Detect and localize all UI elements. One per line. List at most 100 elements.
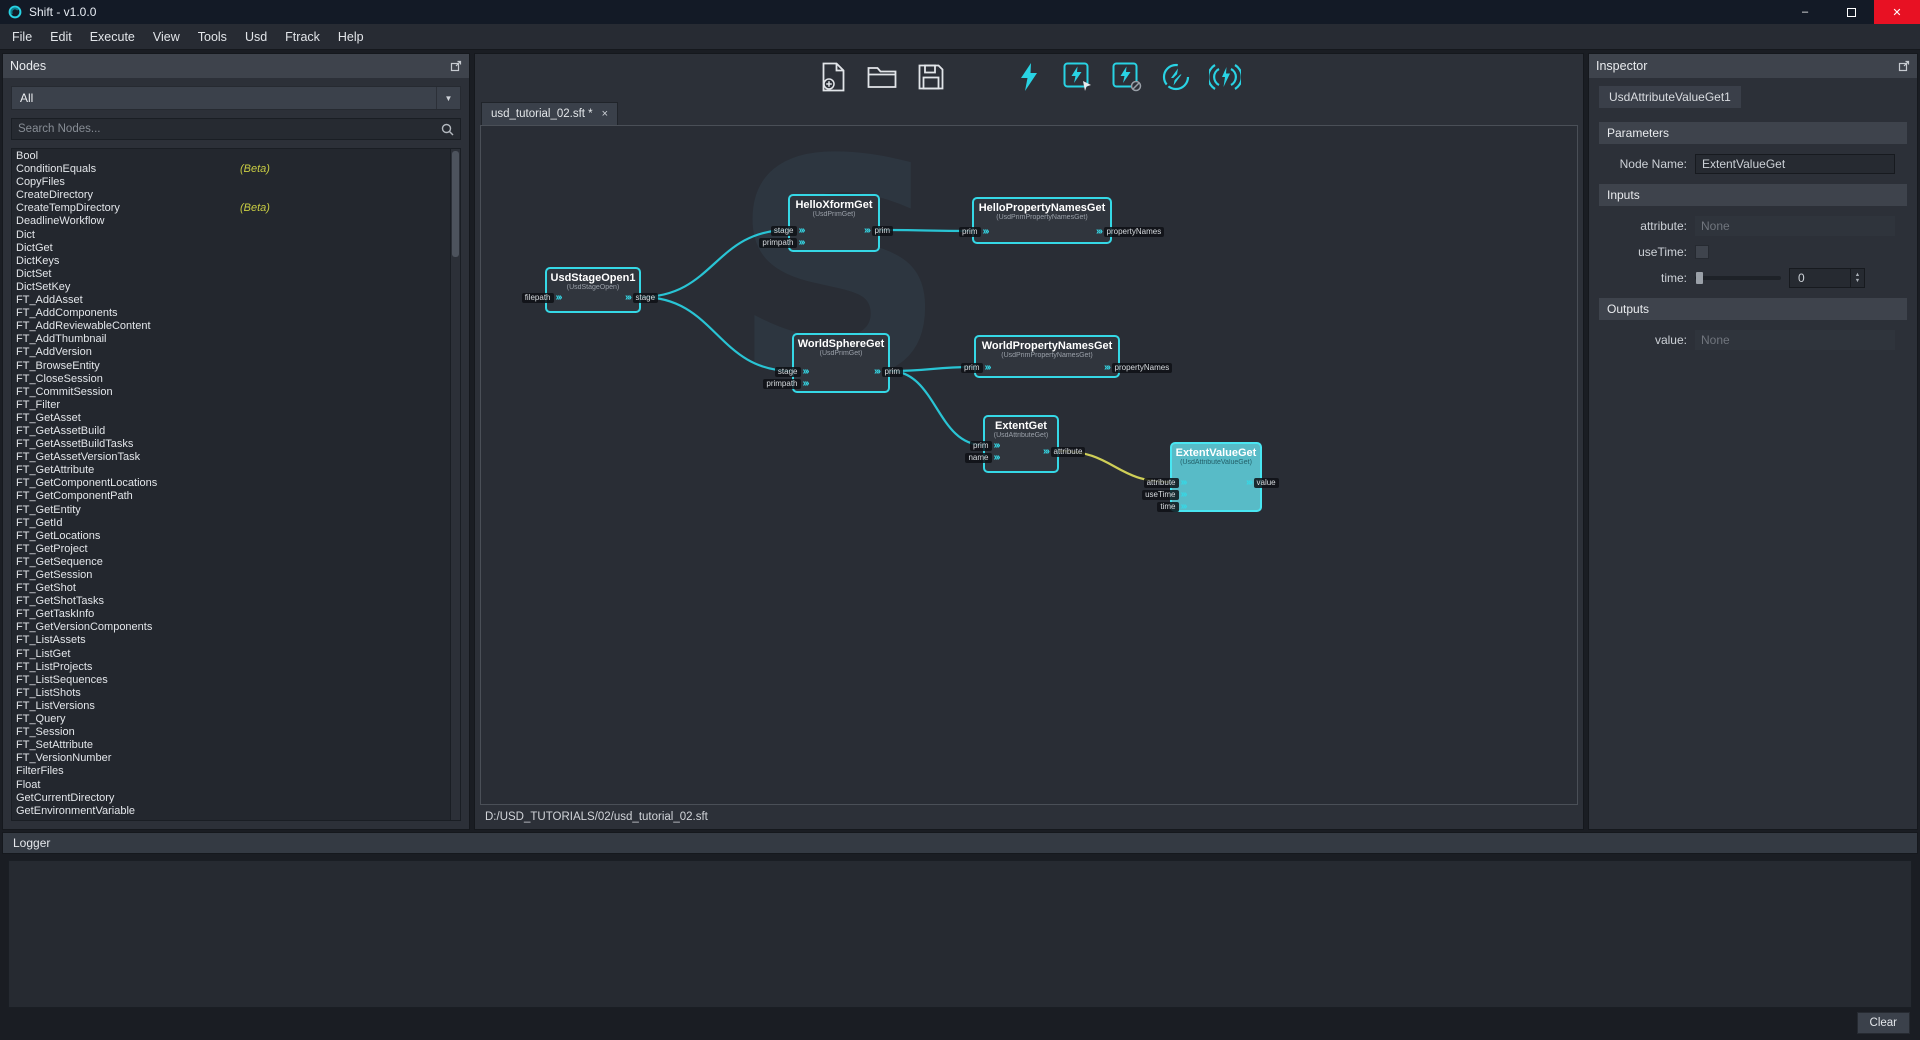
list-item[interactable]: FT_GetShot [12,582,450,595]
spinner-arrows[interactable]: ▲ ▼ [1850,269,1864,287]
clear-button[interactable]: Clear [1857,1012,1910,1034]
live-execute-button[interactable] [1208,60,1242,94]
node-port-time[interactable]: time››› [1157,502,1186,512]
list-item[interactable]: FT_Session [12,726,450,739]
selected-node-chip[interactable]: UsdAttributeValueGet1 [1599,86,1741,108]
execute-refresh-button[interactable] [1159,60,1193,94]
node-port-stage[interactable]: stage››› [775,367,808,377]
list-item[interactable]: FilterFiles [12,765,450,778]
edge[interactable] [641,297,792,371]
menu-item-tools[interactable]: Tools [189,24,236,49]
list-item[interactable]: FT_GetId [12,517,450,530]
list-item[interactable]: ConditionEquals(Beta) [12,163,450,176]
list-item[interactable]: FT_CommitSession [12,386,450,399]
execute-button[interactable] [1012,60,1046,94]
graph-node-HelloPropertyNamesGet[interactable]: HelloPropertyNamesGet(UsdPrimPropertyNam… [972,197,1112,244]
list-item[interactable]: FT_AddAsset [12,294,450,307]
execute-stop-button[interactable] [1110,60,1144,94]
list-item[interactable]: DictGet [12,242,450,255]
list-item[interactable]: FT_GetProject [12,543,450,556]
graph-node-WorldPropertyNamesGet[interactable]: WorldPropertyNamesGet(UsdPrimPropertyNam… [974,335,1120,378]
list-item[interactable]: FT_GetVersionComponents [12,621,450,634]
list-item[interactable]: CreateTempDirectory(Beta) [12,202,450,215]
list-item[interactable]: FT_GetAsset [12,412,450,425]
minimize-button[interactable]: – [1782,0,1828,24]
node-canvas[interactable]: S UsdStageOpen1(UsdStageOpen)filepath›››… [480,125,1578,805]
chevron-down-icon[interactable]: ▼ [436,87,460,109]
node-port-filepath[interactable]: filepath››› [522,293,561,303]
list-item[interactable]: DictSet [12,268,450,281]
usetime-checkbox[interactable] [1695,245,1709,259]
list-item[interactable]: FT_GetAssetVersionTask [12,451,450,464]
slider-handle[interactable] [1696,272,1703,284]
graph-node-ExtentGet[interactable]: ExtentGet(UsdAttributeGet)prim›››name›››… [983,415,1059,473]
node-port-value[interactable]: ›››value [1246,478,1279,488]
close-button[interactable]: ✕ [1874,0,1920,24]
list-item[interactable]: CopyFiles [12,176,450,189]
time-slider[interactable] [1695,276,1781,280]
list-item[interactable]: Float [12,779,450,792]
node-port-prim[interactable]: prim››› [970,441,999,451]
list-item[interactable]: DictSetKey [12,281,450,294]
save-file-button[interactable] [914,60,948,94]
node-port-propertyNames[interactable]: ›››propertyNames [1096,227,1164,237]
list-item[interactable]: DictKeys [12,255,450,268]
list-item[interactable]: FT_Query [12,713,450,726]
node-port-attribute[interactable]: attribute››› [1144,478,1186,488]
node-port-primpath[interactable]: primpath››› [763,379,808,389]
list-item[interactable]: FT_ListSequences [12,674,450,687]
list-item[interactable]: FT_AddVersion [12,346,450,359]
list-item[interactable]: FT_CloseSession [12,373,450,386]
list-item[interactable]: FT_AddThumbnail [12,333,450,346]
list-item[interactable]: FT_GetLocations [12,530,450,543]
node-list-scrollbar[interactable] [450,149,460,820]
list-item[interactable]: FT_GetAssetBuildTasks [12,438,450,451]
list-item[interactable]: FT_GetTaskInfo [12,608,450,621]
search-input[interactable] [18,123,441,135]
tab-usd-tutorial-02[interactable]: usd_tutorial_02.sft * × [481,102,618,125]
execute-selected-button[interactable] [1061,60,1095,94]
list-item[interactable]: FT_AddComponents [12,307,450,320]
list-item[interactable]: FT_GetEntity [12,504,450,517]
list-item[interactable]: FT_ListProjects [12,661,450,674]
logger-output[interactable] [8,860,1912,1008]
maximize-button[interactable] [1828,0,1874,24]
menu-item-usd[interactable]: Usd [236,24,276,49]
list-item[interactable]: FT_ListVersions [12,700,450,713]
open-file-button[interactable] [865,60,899,94]
menu-item-file[interactable]: File [3,24,41,49]
node-port-stage[interactable]: stage››› [771,226,804,236]
node-port-prim[interactable]: prim››› [959,227,988,237]
node-name-input[interactable] [1695,154,1895,174]
graph-node-HelloXformGet[interactable]: HelloXformGet(UsdPrimGet)stage›››primpat… [788,194,880,252]
menu-item-ftrack[interactable]: Ftrack [276,24,329,49]
list-item[interactable]: FT_GetSession [12,569,450,582]
edge[interactable] [890,371,983,445]
list-item[interactable]: FT_SetAttribute [12,739,450,752]
node-port-attribute[interactable]: ›››attribute [1043,447,1085,457]
list-item[interactable]: FT_ListGet [12,648,450,661]
menu-item-edit[interactable]: Edit [41,24,81,49]
time-spinbox[interactable]: 0 ▲ ▼ [1789,268,1865,288]
list-item[interactable]: Bool [12,150,450,163]
node-port-prim[interactable]: ›››prim [864,226,893,236]
list-item[interactable]: FT_GetAssetBuild [12,425,450,438]
list-item[interactable]: GetEnvironmentVariable [12,805,450,818]
scrollbar-thumb[interactable] [452,151,459,257]
tab-close-icon[interactable]: × [602,108,608,120]
new-file-button[interactable] [816,60,850,94]
list-item[interactable]: FT_VersionNumber [12,752,450,765]
list-item[interactable]: FT_BrowseEntity [12,360,450,373]
node-filter-dropdown[interactable]: All ▼ [11,86,461,110]
list-item[interactable]: Dict [12,229,450,242]
list-item[interactable]: FT_GetComponentLocations [12,477,450,490]
list-item[interactable]: FT_Filter [12,399,450,412]
list-item[interactable]: FT_AddReviewableContent [12,320,450,333]
node-port-name[interactable]: name››› [965,453,999,463]
graph-node-WorldSphereGet[interactable]: WorldSphereGet(UsdPrimGet)stage›››primpa… [792,333,890,393]
menu-item-help[interactable]: Help [329,24,373,49]
node-port-stage[interactable]: ›››stage [625,293,658,303]
node-port-propertyNames[interactable]: ›››propertyNames [1104,363,1172,373]
list-item[interactable]: FT_GetShotTasks [12,595,450,608]
node-port-primpath[interactable]: primpath››› [759,238,804,248]
